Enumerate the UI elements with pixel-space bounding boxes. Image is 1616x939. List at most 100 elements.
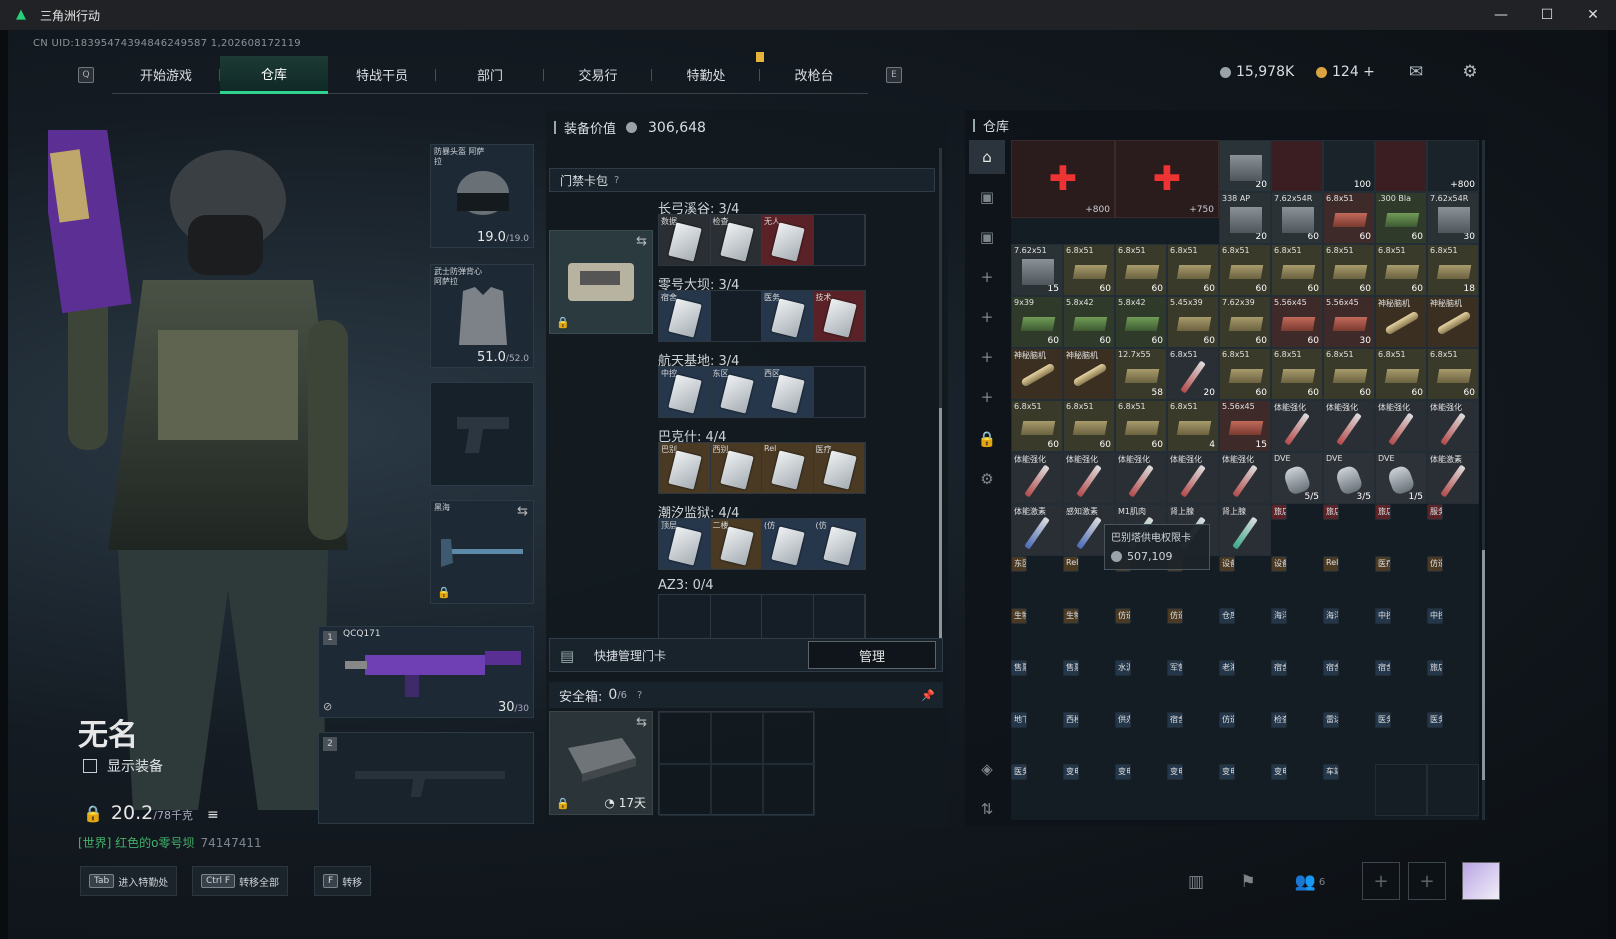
empty-grid-cell[interactable] (1375, 140, 1427, 192)
stash-item[interactable]: 体能激素 (1011, 504, 1063, 556)
warehouse-scrollbar[interactable] (1482, 140, 1485, 820)
stash-item[interactable]: 5.8x42 60 (1063, 296, 1115, 348)
first-aid-kit-item[interactable]: +800 (1011, 140, 1115, 218)
keycard-slot[interactable]: 西区 (762, 367, 814, 417)
stash-item[interactable]: 生物 (1063, 608, 1079, 624)
secondary-weapon-slot[interactable]: 2 (318, 732, 534, 824)
help-icon[interactable]: ? (637, 690, 642, 701)
keycard-slot[interactable]: 西别 (710, 443, 762, 493)
warehouse-tab-3-icon[interactable]: ▣ (969, 220, 1005, 254)
first-aid-kit-item[interactable]: +750 (1115, 140, 1219, 218)
stash-item[interactable]: 6.8x51 60 (1271, 348, 1323, 400)
stash-item[interactable]: 体能强化 (1167, 452, 1219, 504)
stash-item[interactable]: 生物 (1011, 608, 1027, 624)
keycard-slot[interactable]: 数据 (659, 215, 711, 265)
stash-item[interactable]: 6.8x51 60 (1115, 400, 1167, 452)
nav-right-key[interactable]: E (886, 67, 902, 83)
stash-item[interactable]: 肾上腺 (1219, 504, 1271, 556)
stash-item[interactable]: 车站 (1323, 764, 1339, 780)
stash-item[interactable]: 海洋 (1271, 608, 1287, 624)
stash-item[interactable]: 水泥 (1115, 660, 1131, 676)
stash-item[interactable]: 5.56x45 15 (1219, 400, 1271, 452)
stash-item[interactable]: 东区 (1011, 556, 1027, 572)
empty-grid-cell[interactable]: 100 (1323, 140, 1375, 192)
party-invite-slot[interactable]: + (1362, 862, 1400, 900)
stash-item[interactable]: 医疗 (1375, 556, 1391, 572)
hint-transfer-all[interactable]: Ctrl F 转移全部 (192, 866, 289, 896)
close-button[interactable]: ✕ (1570, 0, 1616, 30)
stash-item[interactable]: 338 AP 20 (1219, 192, 1271, 244)
stash-item[interactable]: 旅店 (1427, 660, 1443, 676)
nav-left-key[interactable]: Q (78, 67, 94, 83)
stash-item[interactable]: DVE 5/5 (1271, 452, 1323, 504)
friends-icon[interactable]: 👥 6 (1288, 870, 1332, 894)
stash-item[interactable]: 设备 (1219, 556, 1235, 572)
keycard-slot[interactable] (814, 215, 865, 265)
stash-item[interactable]: 宿舍 (1167, 712, 1183, 728)
keycard-slot[interactable]: 技术 (813, 291, 865, 341)
swap-icon[interactable]: ⇆ (636, 234, 647, 249)
safe-cell[interactable] (763, 764, 815, 816)
stash-item[interactable]: 6.8x51 60 (1271, 244, 1323, 296)
add-tab-icon[interactable]: + (969, 380, 1005, 414)
tab-start-game[interactable]: 开始游戏 (112, 56, 220, 94)
stash-item[interactable]: 中控 (1375, 608, 1391, 624)
stash-item[interactable]: 5.8x42 60 (1115, 296, 1167, 348)
keycard-slot[interactable]: 无人 (762, 215, 814, 265)
stash-item[interactable]: 老港 (1219, 660, 1235, 676)
warehouse-grid[interactable]: +800 +750 20100+800338 AP207.62x54R606.8… (1011, 140, 1479, 820)
stash-item[interactable]: 6.8x51 60 (1063, 400, 1115, 452)
stash-item[interactable]: 7.62x54R 60 (1271, 192, 1323, 244)
stash-item[interactable]: 5.56x45 30 (1323, 296, 1375, 348)
tab-trading[interactable]: 交易行 (544, 56, 652, 94)
help-icon[interactable]: ? (614, 175, 619, 186)
stash-item[interactable]: 地下 (1011, 712, 1027, 728)
stash-item[interactable]: 变电 (1271, 764, 1287, 780)
safe-cell[interactable] (659, 764, 711, 816)
stats-chart-icon[interactable]: ▥ (1184, 870, 1208, 894)
stash-item[interactable]: 雷达 (1323, 712, 1339, 728)
keycard-slot[interactable]: Rel (762, 443, 814, 493)
player-avatar[interactable] (1462, 862, 1500, 900)
stash-item[interactable]: 宿舍 (1375, 660, 1391, 676)
keycard-slot[interactable] (814, 367, 865, 417)
maximize-button[interactable]: ☐ (1524, 0, 1570, 30)
stash-item[interactable]: 供办 (1115, 712, 1131, 728)
keycard-slot[interactable]: 中控 (659, 367, 711, 417)
safe-box-slot[interactable]: ⇆ 🔒 ◔ 17天 (549, 711, 653, 815)
stash-item[interactable]: 变电 (1219, 764, 1235, 780)
stash-item[interactable]: 6.8x51 60 (1219, 348, 1271, 400)
panel-scrollbar[interactable] (939, 148, 942, 638)
safe-cell[interactable] (711, 764, 763, 816)
stash-item[interactable]: 5.45x39 60 (1167, 296, 1219, 348)
empty-grid-cell[interactable] (1375, 764, 1427, 816)
stash-item[interactable]: 6.8x51 18 (1427, 244, 1479, 296)
stash-item[interactable]: 体能强化 (1375, 400, 1427, 452)
stash-item[interactable]: 服务 (1427, 504, 1443, 520)
mail-icon[interactable]: ✉ (1406, 62, 1426, 82)
stash-item[interactable]: 6.8x51 60 (1115, 244, 1167, 296)
stash-item[interactable]: 宿舍 (1323, 660, 1339, 676)
stash-item[interactable]: 20 (1219, 140, 1271, 192)
stash-item[interactable]: 宿舍 (1271, 660, 1287, 676)
tab-operators[interactable]: 特战干员 (328, 56, 436, 94)
stash-item[interactable]: 9x39 60 (1011, 296, 1063, 348)
list-icon[interactable]: ≡ (207, 807, 219, 823)
stash-item[interactable]: 售票 (1063, 660, 1079, 676)
tab-gunsmith[interactable]: 改枪台 (760, 56, 868, 94)
safe-box-grid[interactable] (658, 711, 815, 816)
empty-grid-cell[interactable]: +800 (1427, 140, 1479, 192)
flag-icon[interactable]: ⚑ (1236, 870, 1260, 894)
empty-grid-cell[interactable] (1271, 140, 1323, 192)
world-chat-line[interactable]: [世界] 红色的ο零号坝 74147411 (78, 834, 262, 851)
stash-item[interactable]: 体能激素 (1427, 452, 1479, 504)
minimize-button[interactable]: — (1478, 0, 1524, 30)
safe-cell[interactable] (711, 712, 763, 764)
tab-warehouse[interactable]: 仓库 (220, 56, 328, 94)
hint-transfer[interactable]: F 转移 (314, 866, 372, 896)
hint-enter-special-ops[interactable]: Tab 进入特勤处 (80, 866, 178, 896)
locked-tab-icon[interactable]: 🔒 (969, 422, 1005, 456)
keycard-slot[interactable] (711, 291, 762, 341)
card-bag-slot[interactable]: ⇆ 🔒 (549, 230, 653, 334)
stash-item[interactable]: 6.8x51 60 (1323, 348, 1375, 400)
